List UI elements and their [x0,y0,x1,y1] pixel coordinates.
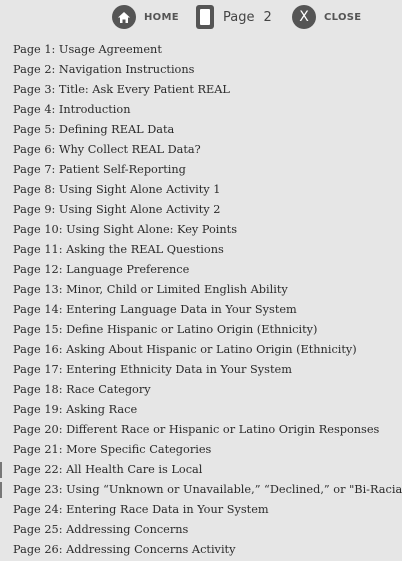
toc-item[interactable]: Page 10: Using Sight Alone: Key Points [0,220,402,240]
toc-item[interactable]: Page 21: More Specific Categories [0,440,402,460]
toc-item[interactable]: Page 4: Introduction [0,100,402,120]
close-icon: X [292,5,316,29]
toc-item[interactable]: Page 13: Minor, Child or Limited English… [0,280,402,300]
page-label: Page [223,9,255,25]
page-indicator: Page 2 [196,4,272,30]
toc-item[interactable]: Page 9: Using Sight Alone Activity 2 [0,200,402,220]
page-number: 2 [263,9,272,25]
page-icon [196,5,214,29]
toc-item[interactable]: Page 6: Why Collect REAL Data? [0,140,402,160]
home-icon [112,5,136,29]
toc-item[interactable]: Page 12: Language Preference [0,260,402,280]
toc-item[interactable]: Page 5: Defining REAL Data [0,120,402,140]
toc-item[interactable]: Page 20: Different Race or Hispanic or L… [0,420,402,440]
toc-item[interactable]: Page 2: Navigation Instructions [0,60,402,80]
toc-item[interactable]: Page 19: Asking Race [0,400,402,420]
toc-item[interactable]: Page 14: Entering Language Data in Your … [0,300,402,320]
toc-item[interactable]: Page 18: Race Category [0,380,402,400]
home-label: HOME [144,11,179,23]
toc-item[interactable]: Page 25: Addressing Concerns [0,520,402,540]
toc-item[interactable]: Page 23: Using “Unknown or Unavailable,”… [0,480,402,500]
toc-item[interactable]: Page 22: All Health Care is Local [0,460,402,480]
table-of-contents: Page 1: Usage Agreement Page 2: Navigatio… [0,40,402,560]
top-toolbar: HOME Page 2 X CLOSE [0,0,402,36]
toc-item[interactable]: Page 1: Usage Agreement [0,40,402,60]
home-button[interactable]: HOME [112,4,179,30]
toc-item[interactable]: Page 3: Title: Ask Every Patient REAL [0,80,402,100]
toc-item[interactable]: Page 16: Asking About Hispanic or Latino… [0,340,402,360]
close-button[interactable]: X CLOSE [292,4,361,30]
toc-item[interactable]: Page 11: Asking the REAL Questions [0,240,402,260]
toc-item[interactable]: Page 26: Addressing Concerns Activity [0,540,402,560]
toc-item[interactable]: Page 7: Patient Self-Reporting [0,160,402,180]
close-glyph: X [299,9,309,25]
toc-item[interactable]: Page 8: Using Sight Alone Activity 1 [0,180,402,200]
close-label: CLOSE [324,11,362,23]
toc-item[interactable]: Page 15: Define Hispanic or Latino Origi… [0,320,402,340]
toc-item[interactable]: Page 17: Entering Ethnicity Data in Your… [0,360,402,380]
toc-item[interactable]: Page 24: Entering Race Data in Your Syst… [0,500,402,520]
